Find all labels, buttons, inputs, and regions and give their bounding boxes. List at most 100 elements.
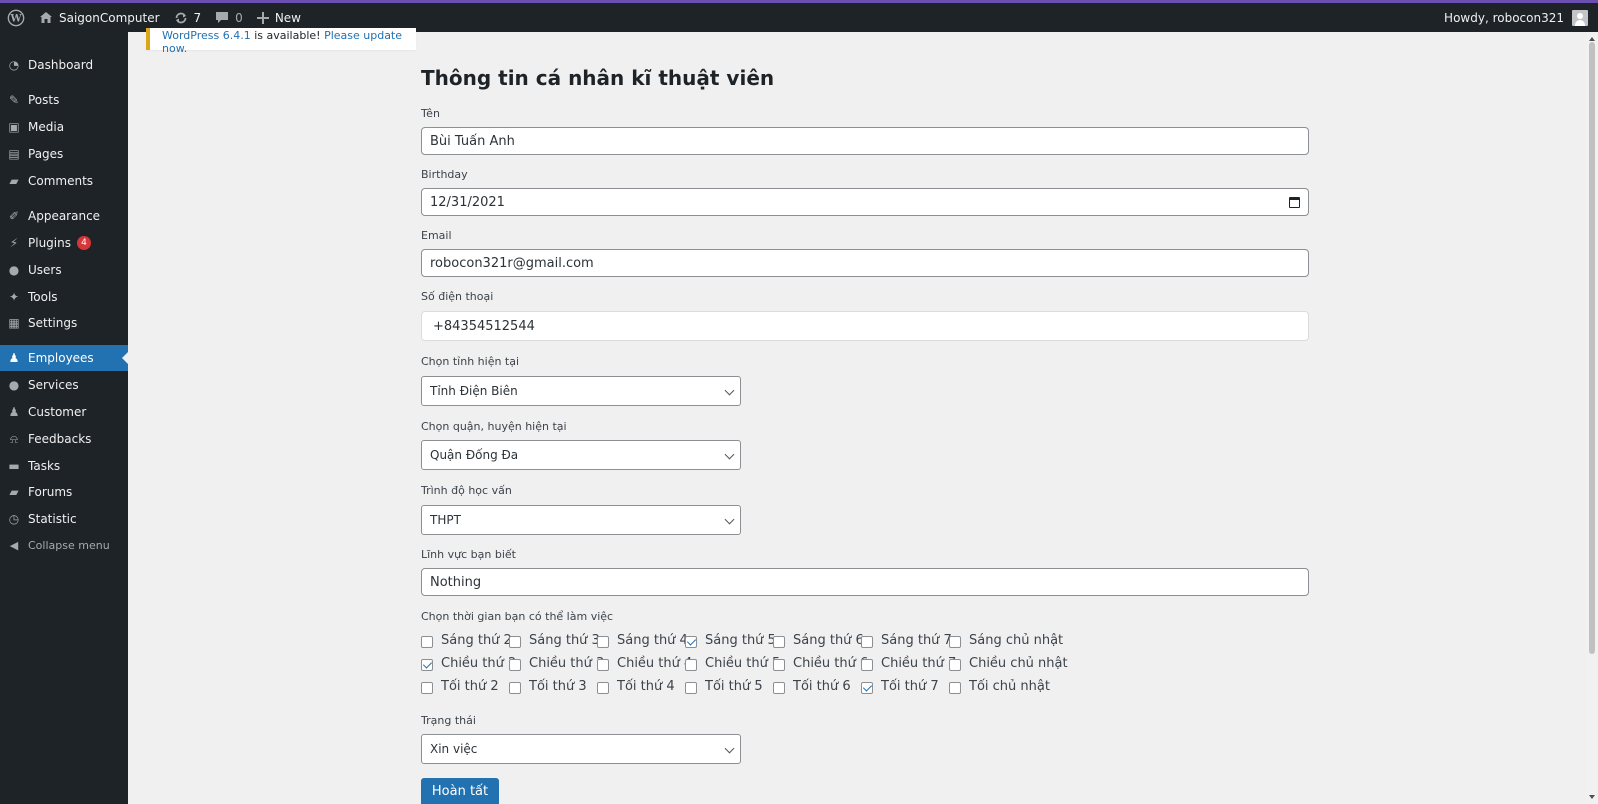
schedule-option[interactable]: Sáng thứ 2 [421,630,512,650]
sidebar-item-label: Customer [28,405,87,419]
sidebar-item-comments[interactable]: ▰ Comments [0,168,128,194]
name-input[interactable]: Bùi Tuấn Anh [421,127,1309,155]
schedule-checkbox[interactable] [773,682,785,694]
schedule-checkbox[interactable] [597,659,609,671]
sidebar-item-label: Services [28,378,79,392]
sidebar-item-forums[interactable]: ▰ Forums [0,479,128,505]
sidebar-item-media[interactable]: ▣ Media [0,114,128,140]
schedule-checkbox[interactable] [421,682,433,694]
scroll-down-icon[interactable] [1589,795,1595,802]
schedule-option[interactable]: Tối chủ nhật [949,676,1050,696]
education-select[interactable]: THPT [421,505,741,535]
schedule-checkbox[interactable] [509,682,521,694]
sidebar-item-appearance[interactable]: ✐ Appearance [0,203,128,229]
schedule-option[interactable]: Chiều thứ 4 [597,653,692,673]
collapse-menu-button[interactable]: ◀ Collapse menu [0,532,128,558]
schedule-checkbox[interactable] [685,659,697,671]
schedule-option[interactable]: Chiều thứ 2 [421,653,516,673]
comments-count: 0 [235,10,243,25]
schedule-option[interactable]: Chiều thứ 5 [685,653,780,673]
schedule-checkbox[interactable] [949,659,961,671]
schedule-option-label: Chiều thứ 5 [705,655,781,671]
schedule-option[interactable]: Tối thứ 7 [861,676,939,696]
sidebar-item-statistic[interactable]: ◷ Statistic [0,506,128,532]
sidebar-item-tasks[interactable]: ▬ Tasks [0,453,128,479]
schedule-checkbox[interactable] [773,636,785,648]
sidebar-item-plugins[interactable]: ⚡ Plugins 4 [0,230,128,256]
schedule-checkbox[interactable] [773,659,785,671]
user-icon: ● [8,378,20,392]
education-label: Trình độ học vấn [421,484,512,497]
calendar-icon[interactable] [1289,197,1300,208]
schedule-checkbox[interactable] [421,636,433,648]
sidebar-item-settings[interactable]: ▦ Settings [0,310,128,336]
sidebar-item-pages[interactable]: ▤ Pages [0,141,128,167]
schedule-checkbox[interactable] [597,636,609,648]
phone-input[interactable]: +84354512544 [421,311,1309,341]
schedule-option[interactable]: Chiều thứ 3 [509,653,604,673]
sidebar-item-label: Tasks [28,459,61,473]
schedule-option[interactable]: Sáng chủ nhật [949,630,1063,650]
education-value: THPT [430,513,461,527]
sidebar-item-dashboard[interactable]: ◔ Dashboard [0,52,128,78]
district-label: Chọn quận, huyện hiện tại [421,420,567,433]
forums-icon: ▰ [9,485,19,499]
province-value: Tỉnh Điện Biên [430,384,518,398]
sidebar-item-tools[interactable]: ✦ Tools [0,284,128,310]
chevron-down-icon [724,514,735,525]
page-scrollbar[interactable] [1586,32,1598,804]
schedule-option[interactable]: Chiều thứ 7 [861,653,956,673]
sidebar-item-customer[interactable]: ♟ Customer [0,399,128,425]
site-name: SaigonComputer [59,10,160,25]
province-label: Chọn tỉnh hiện tại [421,355,520,368]
schedule-option[interactable]: Sáng thứ 6 [773,630,864,650]
schedule-option[interactable]: Tối thứ 6 [773,676,851,696]
birthday-input[interactable]: 12/31/2021 [421,188,1309,216]
schedule-option[interactable]: Sáng thứ 5 [685,630,776,650]
plus-icon [256,11,269,24]
schedule-option[interactable]: Tối thứ 5 [685,676,763,696]
schedule-option[interactable]: Tối thứ 4 [597,676,675,696]
schedule-option[interactable]: Sáng thứ 4 [597,630,688,650]
schedule-checkbox[interactable] [949,636,961,648]
sidebar-item-services[interactable]: ● Services [0,372,128,398]
sidebar-item-label: Users [28,263,62,277]
province-select[interactable]: Tỉnh Điện Biên [421,376,741,406]
schedule-checkbox[interactable] [685,636,697,648]
schedule-option-label: Chiều thứ 2 [441,655,517,671]
schedule-option[interactable]: Tối thứ 2 [421,676,499,696]
media-icon: ▣ [8,120,20,134]
schedule-checkbox[interactable] [949,682,961,694]
district-select[interactable]: Quận Đống Đa [421,440,741,470]
schedule-option[interactable]: Sáng thứ 3 [509,630,600,650]
sidebar-item-posts[interactable]: ✎ Posts [0,87,128,113]
email-input[interactable]: robocon321r@gmail.com [421,249,1309,277]
schedule-checkbox[interactable] [861,636,873,648]
scrollbar-thumb[interactable] [1589,42,1595,654]
schedule-option[interactable]: Tối thứ 3 [509,676,587,696]
schedule-option[interactable]: Chiều thứ 6 [773,653,868,673]
wordpress-version-link[interactable]: WordPress 6.4.1 [162,29,251,42]
collapse-label: Collapse menu [28,538,110,552]
schedule-checkbox[interactable] [421,659,433,671]
submit-button[interactable]: Hoàn tất [421,778,499,804]
schedule-checkbox[interactable] [509,659,521,671]
my-account-link[interactable]: Howdy, robocon321 [1437,3,1598,32]
schedule-checkbox[interactable] [861,659,873,671]
status-select[interactable]: Xin việc [421,734,741,764]
field-input[interactable]: Nothing [421,568,1309,596]
schedule-checkbox[interactable] [685,682,697,694]
schedule-checkbox[interactable] [509,636,521,648]
wrench-icon: ✦ [8,290,20,304]
phone-label: Số điện thoại [421,290,494,303]
schedule-checkbox[interactable] [861,682,873,694]
submit-label: Hoàn tất [431,783,489,799]
schedule-option[interactable]: Sáng thứ 7 [861,630,952,650]
sidebar-item-users[interactable]: ● Users [0,257,128,283]
sidebar-item-feedbacks[interactable]: ⍾ Feedbacks [0,426,128,452]
scroll-up-icon[interactable] [1589,34,1595,41]
schedule-checkbox[interactable] [597,682,609,694]
sidebar-item-employees[interactable]: ♟ Employees [0,345,128,371]
schedule-option[interactable]: Chiều chủ nhật [949,653,1068,673]
wordpress-logo-button[interactable]: W [0,3,32,32]
